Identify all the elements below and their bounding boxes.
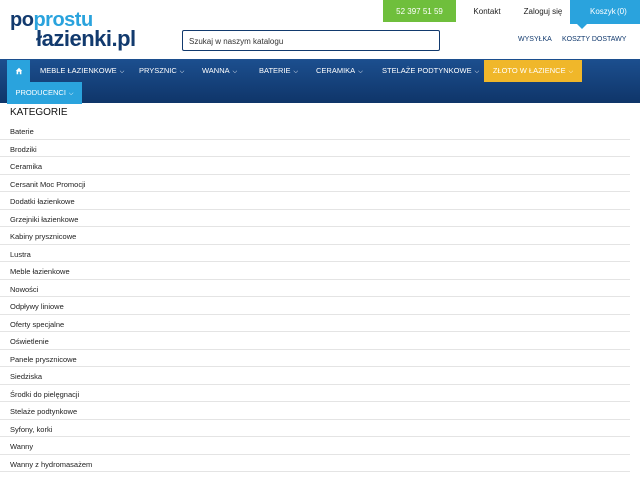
home-button[interactable]: [7, 60, 30, 82]
cart-pointer: [577, 24, 587, 29]
category-item[interactable]: Siedziska: [0, 367, 630, 385]
category-item[interactable]: Odpływy liniowe: [0, 297, 630, 315]
category-item[interactable]: Syfony, korki: [0, 420, 630, 437]
category-item[interactable]: Wanny: [0, 437, 630, 455]
category-item[interactable]: Grzejniki łazienkowe: [0, 210, 630, 227]
contact-link[interactable]: Kontakt: [458, 0, 516, 24]
nav-item-wanna[interactable]: WANNA ⌵: [202, 60, 237, 82]
nav-item-baterie[interactable]: BATERIE ⌵: [259, 60, 298, 82]
nav-label-baterie: BATERIE: [259, 66, 291, 75]
category-item[interactable]: Brodziki: [0, 140, 630, 157]
chevron-down-icon: ⌵: [119, 69, 125, 75]
nav-label-wanna: WANNA: [202, 66, 230, 75]
nav-item-producenci[interactable]: PRODUCENCI ⌵: [7, 82, 82, 104]
chevron-down-icon: ⌵: [293, 69, 299, 75]
logo-line2: łazienki.pl: [36, 26, 136, 51]
category-item[interactable]: Wanny z hydromasażem: [0, 455, 630, 472]
category-item[interactable]: Lustra: [0, 245, 630, 262]
chevron-down-icon: ⌵: [358, 69, 363, 75]
nav-item-prysznic[interactable]: PRYSZNIC ⌵: [139, 60, 184, 82]
category-list: Baterie Brodziki Ceramika Cersanit Moc P…: [0, 122, 630, 472]
category-item[interactable]: Baterie: [0, 122, 630, 140]
nav-item-ceramika[interactable]: CERAMIKA ⌵: [316, 60, 363, 82]
nav-label-meble: MEBLE ŁAZIENKOWE: [40, 66, 117, 75]
category-item[interactable]: Ceramika: [0, 157, 630, 175]
nav-item-meble[interactable]: MEBLE ŁAZIENKOWE ⌵: [40, 60, 124, 82]
category-item[interactable]: Środki do pielęgnacji: [0, 385, 630, 402]
shipping-costs-link[interactable]: KOSZTY DOSTAWY: [562, 36, 626, 43]
category-item[interactable]: Meble łazienkowe: [0, 262, 630, 280]
category-item[interactable]: Oferty specjalne: [0, 315, 630, 332]
search-box[interactable]: [182, 30, 440, 51]
chevron-down-icon: ⌵: [68, 91, 74, 97]
categories-heading: KATEGORIE: [10, 107, 68, 118]
login-link[interactable]: Zaloguj się: [516, 0, 570, 24]
category-item[interactable]: Panele prysznicowe: [0, 350, 630, 367]
main-navigation: MEBLE ŁAZIENKOWE ⌵ PRYSZNIC ⌵ WANNA ⌵ BATER…: [0, 59, 640, 104]
category-item[interactable]: Oświetlenie: [0, 332, 630, 350]
logo-part-po: po: [10, 9, 34, 31]
cart-button[interactable]: Koszyk (0): [570, 0, 640, 29]
nav-label-producenci: PRODUCENCI: [15, 88, 66, 97]
nav-item-zloto[interactable]: ZŁOTO W ŁAZIENCE ⌵: [484, 60, 582, 82]
phone-number[interactable]: 52 397 51 59: [383, 0, 456, 22]
nav-label-stelaze: STELAŻE PODTYNKOWE: [382, 66, 472, 75]
home-icon: [15, 67, 22, 75]
cart-count: (0): [617, 7, 627, 16]
shipping-link[interactable]: WYSYŁKA: [518, 36, 552, 43]
chevron-down-icon: ⌵: [474, 69, 480, 75]
nav-label-ceramika: CERAMIKA: [316, 66, 356, 75]
category-item[interactable]: Stelaże podtynkowe: [0, 402, 630, 420]
category-item[interactable]: Nowości: [0, 280, 630, 297]
category-item[interactable]: Dodatki łazienkowe: [0, 192, 630, 210]
chevron-down-icon: ⌵: [179, 69, 185, 75]
site-logo[interactable]: poprostu łazienki.pl: [10, 9, 150, 51]
nav-item-stelaze[interactable]: STELAŻE PODTYNKOWE ⌵: [382, 60, 479, 82]
search-input[interactable]: [183, 32, 429, 51]
category-item[interactable]: Cersanit Moc Promocji: [0, 175, 630, 192]
top-header: poprostu łazienki.pl 52 397 51 59 Kontak…: [0, 0, 640, 59]
nav-label-zloto: ZŁOTO W ŁAZIENCE: [492, 66, 566, 75]
cart-label: Koszyk: [590, 7, 616, 16]
nav-label-prysznic: PRYSZNIC: [139, 66, 177, 75]
category-item[interactable]: Kabiny prysznicowe: [0, 227, 630, 245]
chevron-down-icon: ⌵: [232, 69, 238, 75]
chevron-down-icon: ⌵: [568, 69, 574, 75]
